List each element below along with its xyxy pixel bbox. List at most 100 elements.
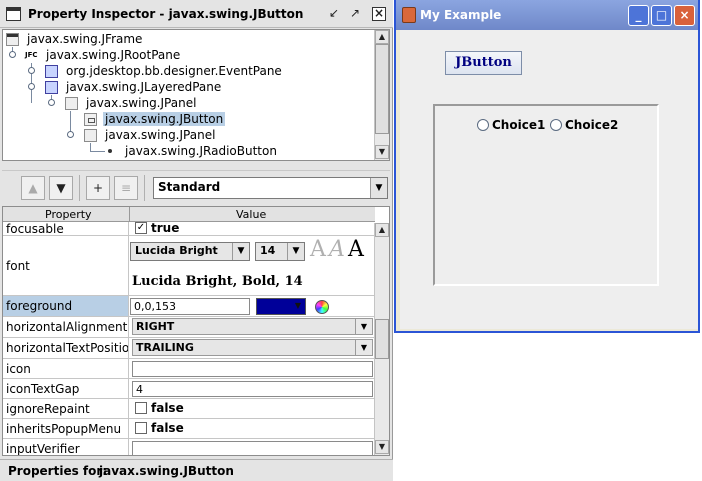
focusable-checkbox[interactable]: ✓	[135, 222, 147, 234]
horizontal-alignment-select[interactable]: RIGHT ▼	[132, 318, 373, 335]
property-inspector-window: Property Inspector - javax.swing.JButton…	[0, 0, 393, 481]
scroll-up-icon[interactable]: ▲	[375, 30, 389, 44]
property-name: iconTextGap	[3, 379, 129, 398]
property-row-font[interactable]: font Lucida Bright ▼ 14 ▼ A A A Lucida B…	[3, 236, 375, 296]
property-row-icon-text-gap[interactable]: iconTextGap 4	[3, 379, 375, 399]
close-icon[interactable]: ×	[674, 5, 695, 26]
chevron-down-icon[interactable]: ▼	[287, 243, 304, 260]
tree-scrollbar[interactable]: ▲ ▼	[374, 30, 389, 160]
scroll-down-icon[interactable]: ▼	[375, 440, 389, 454]
input-verifier-field[interactable]	[132, 441, 373, 455]
example-title: My Example	[420, 8, 502, 22]
chevron-down-icon[interactable]: ▼	[355, 340, 372, 355]
radio-circle-icon[interactable]	[550, 118, 562, 131]
column-header-value[interactable]: Value	[236, 208, 266, 221]
my-example-window: My Example _ □ × JButton Choice1 Choice2	[394, 0, 700, 333]
inspector-title: Property Inspector - javax.swing.JButton	[28, 7, 304, 21]
tree-node-label: org.jdesktop.bb.designer.EventPane	[66, 64, 282, 78]
icon-text-gap-field[interactable]: 4	[132, 381, 373, 397]
radio-icon	[104, 145, 117, 158]
scroll-up-icon[interactable]: ▲	[375, 223, 389, 237]
table-header: Property Value	[3, 207, 375, 222]
horizontal-text-position-select[interactable]: TRAILING ▼	[132, 339, 373, 356]
chevron-down-icon: ▼	[294, 301, 301, 310]
tree-node-label: javax.swing.JButton	[103, 112, 226, 126]
property-row-input-verifier[interactable]: inputVerifier	[3, 439, 375, 455]
example-title-bar[interactable]: My Example _ □ ×	[396, 0, 698, 30]
font-style-bold[interactable]: A	[348, 237, 364, 262]
property-name: foreground	[3, 296, 129, 316]
font-style-plain[interactable]: A	[310, 237, 326, 262]
minimize-icon[interactable]: _	[628, 5, 649, 26]
column-header-property[interactable]: Property	[45, 208, 92, 221]
font-size-value: 14	[260, 244, 276, 257]
layout-button[interactable]: ≡	[114, 176, 138, 200]
expand-knob-icon[interactable]	[28, 67, 35, 74]
ignore-repaint-checkbox[interactable]	[135, 402, 147, 414]
expand-knob-icon[interactable]	[67, 131, 74, 138]
tree-node-label: javax.swing.JRootPane	[46, 48, 181, 62]
foreground-field[interactable]: 0,0,153	[130, 298, 250, 315]
close-icon[interactable]: ×	[372, 7, 386, 21]
move-down-button[interactable]: ▼	[49, 176, 73, 200]
move-up-button[interactable]: ▲	[21, 176, 45, 200]
property-row-ignore-repaint[interactable]: ignoreRepaint false	[3, 399, 375, 419]
status-bar: Properties for: javax.swing.JButton	[0, 459, 393, 481]
property-name: inputVerifier	[3, 439, 129, 455]
tree-node-label: javax.swing.JRadioButton	[125, 144, 277, 158]
window-icon	[6, 7, 21, 21]
property-row-icon[interactable]: icon	[3, 359, 375, 379]
chevron-down-icon[interactable]: ▼	[370, 178, 387, 198]
radio-label: Choice2	[565, 117, 619, 132]
panel-icon	[65, 97, 78, 110]
property-value: true	[151, 221, 180, 235]
button-icon	[84, 113, 97, 126]
scroll-thumb[interactable]	[375, 319, 389, 359]
property-row-horizontal-alignment[interactable]: horizontalAlignment RIGHT ▼	[3, 317, 375, 338]
font-preview: Lucida Bright, Bold, 14	[132, 274, 303, 289]
maximize-icon[interactable]: ↗	[348, 7, 362, 21]
radio-circle-icon[interactable]	[477, 118, 489, 131]
property-row-inherits-popup-menu[interactable]: inheritsPopupMenu false	[3, 419, 375, 439]
maximize-icon[interactable]: □	[651, 5, 672, 26]
status-value: javax.swing.JButton	[99, 464, 234, 478]
property-value: false	[151, 401, 184, 415]
panel-icon	[84, 129, 97, 142]
property-row-focusable[interactable]: focusable ✓ true	[3, 221, 375, 236]
java-cup-icon	[402, 7, 416, 23]
inspector-toolbar: ▲ ▼ + ≡ Standard ▼	[2, 170, 390, 206]
chevron-down-icon[interactable]: ▼	[355, 319, 372, 334]
view-mode-select[interactable]: Standard ▼	[153, 177, 388, 199]
new-component-button[interactable]: +	[86, 176, 110, 200]
minimize-icon[interactable]: ↙	[327, 7, 341, 21]
jbutton[interactable]: JButton	[445, 51, 522, 75]
view-mode-value: Standard	[158, 180, 221, 194]
font-size-select[interactable]: 14 ▼	[255, 242, 305, 261]
radio-label: Choice1	[492, 117, 546, 132]
scroll-thumb[interactable]	[375, 44, 389, 134]
property-scrollbar[interactable]: ▲ ▼	[374, 223, 389, 455]
property-value: RIGHT	[136, 320, 175, 333]
color-chooser-icon[interactable]	[315, 300, 329, 314]
tree-node-label: javax.swing.JLayeredPane	[66, 80, 222, 94]
scroll-down-icon[interactable]: ▼	[375, 145, 389, 159]
expand-knob-icon[interactable]	[48, 99, 55, 106]
font-family-select[interactable]: Lucida Bright ▼	[130, 242, 250, 261]
inspector-title-bar[interactable]: Property Inspector - javax.swing.JButton…	[0, 0, 393, 28]
property-row-horizontal-text-position[interactable]: horizontalTextPosition TRAILING ▼	[3, 338, 375, 359]
radio-choice1[interactable]: Choice1	[477, 117, 545, 132]
status-label: Properties for:	[8, 464, 108, 478]
color-swatch[interactable]: ▼	[256, 298, 306, 315]
property-name: font	[3, 236, 129, 295]
chevron-down-icon[interactable]: ▼	[232, 243, 249, 260]
property-name: inheritsPopupMenu	[3, 419, 129, 438]
inherits-popup-menu-checkbox[interactable]	[135, 422, 147, 434]
icon-field[interactable]	[132, 361, 373, 377]
property-name: icon	[3, 359, 129, 378]
property-name: horizontalAlignment	[3, 317, 129, 337]
expand-knob-icon[interactable]	[9, 51, 16, 58]
radio-choice2[interactable]: Choice2	[550, 117, 618, 132]
expand-knob-icon[interactable]	[28, 83, 35, 90]
property-row-foreground[interactable]: foreground 0,0,153 ▼	[3, 296, 375, 317]
font-style-italic[interactable]: A	[329, 237, 345, 262]
